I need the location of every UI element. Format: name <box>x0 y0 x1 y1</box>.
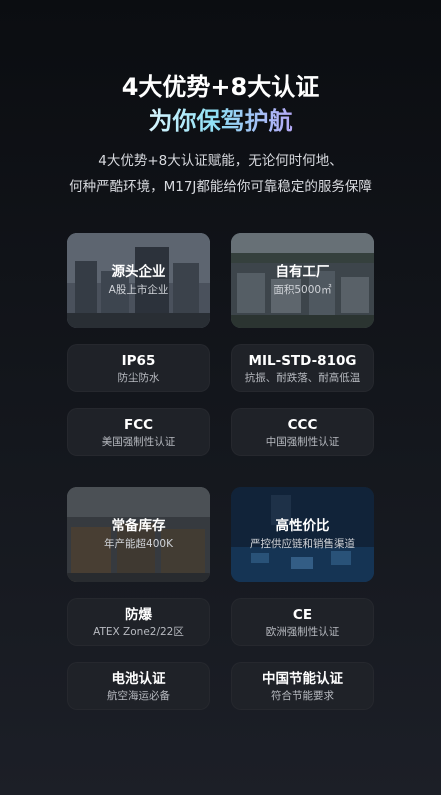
card-subtitle: 中国强制性认证 <box>265 436 340 448</box>
card-title: 防爆 <box>125 607 152 623</box>
cert-card-ce: CE 欧洲强制性认证 <box>231 598 374 646</box>
card-subtitle: 欧洲强制性认证 <box>265 626 340 638</box>
advantage-card-source-enterprise: 源头企业 A股上市企业 <box>67 233 210 328</box>
card-subtitle: 航空海运必备 <box>107 690 170 702</box>
advantage-card-inventory: 常备库存 年产能超400K <box>67 487 210 582</box>
cert-card-ip65: IP65 防尘防水 <box>67 344 210 392</box>
card-title: FCC <box>123 417 154 433</box>
card-subtitle: 抗振、耐跌落、耐高低温 <box>244 372 361 384</box>
headline-line-2-text: 为你保驾护航 <box>148 107 293 135</box>
cert-card-battery: 电池认证 航空海运必备 <box>67 662 210 710</box>
card-title: 高性价比 <box>275 518 330 534</box>
card-title: 电池认证 <box>111 671 166 687</box>
cert-card-fcc: FCC 美国强制性认证 <box>67 408 210 456</box>
cert-card-energy-saving: 中国节能认证 符合节能要求 <box>231 662 374 710</box>
card-subtitle: 严控供应链和销售渠道 <box>250 538 355 550</box>
card-title: CCC <box>287 417 318 433</box>
cert-card-mil-std: MIL-STD-810G 抗振、耐跌落、耐高低温 <box>231 344 374 392</box>
card-subtitle: 防尘防水 <box>117 372 160 384</box>
headline-line-1: 4大优势+8大认证 <box>121 73 320 101</box>
description-line-2: 何种严酷环境，M17J都能给你可靠稳定的服务保障 <box>69 179 372 195</box>
card-title: CE <box>292 607 313 623</box>
cert-card-ccc: CCC 中国强制性认证 <box>231 408 374 456</box>
card-subtitle: 美国强制性认证 <box>101 436 176 448</box>
advantage-card-own-factory: 自有工厂 面积5000㎡ <box>231 233 374 328</box>
card-subtitle: 年产能超400K <box>104 538 173 550</box>
card-subtitle: ATEX Zone2/22区 <box>93 626 184 638</box>
cert-card-explosion-proof: 防爆 ATEX Zone2/22区 <box>67 598 210 646</box>
card-subtitle: 符合节能要求 <box>271 690 334 702</box>
advantage-card-value: 高性价比 严控供应链和销售渠道 <box>231 487 374 582</box>
headline-line-2: 为你保驾护航 <box>0 104 441 138</box>
card-title: IP65 <box>121 353 156 369</box>
description-line-1: 4大优势+8大认证赋能，无论何时何地、 <box>98 153 343 169</box>
card-subtitle: 面积5000㎡ <box>273 284 332 296</box>
card-subtitle: A股上市企业 <box>108 284 169 296</box>
card-title: MIL-STD-810G <box>248 353 357 369</box>
card-title: 中国节能认证 <box>262 671 343 687</box>
card-title: 自有工厂 <box>275 264 330 280</box>
card-title: 常备库存 <box>111 518 166 534</box>
card-title: 源头企业 <box>111 264 166 280</box>
